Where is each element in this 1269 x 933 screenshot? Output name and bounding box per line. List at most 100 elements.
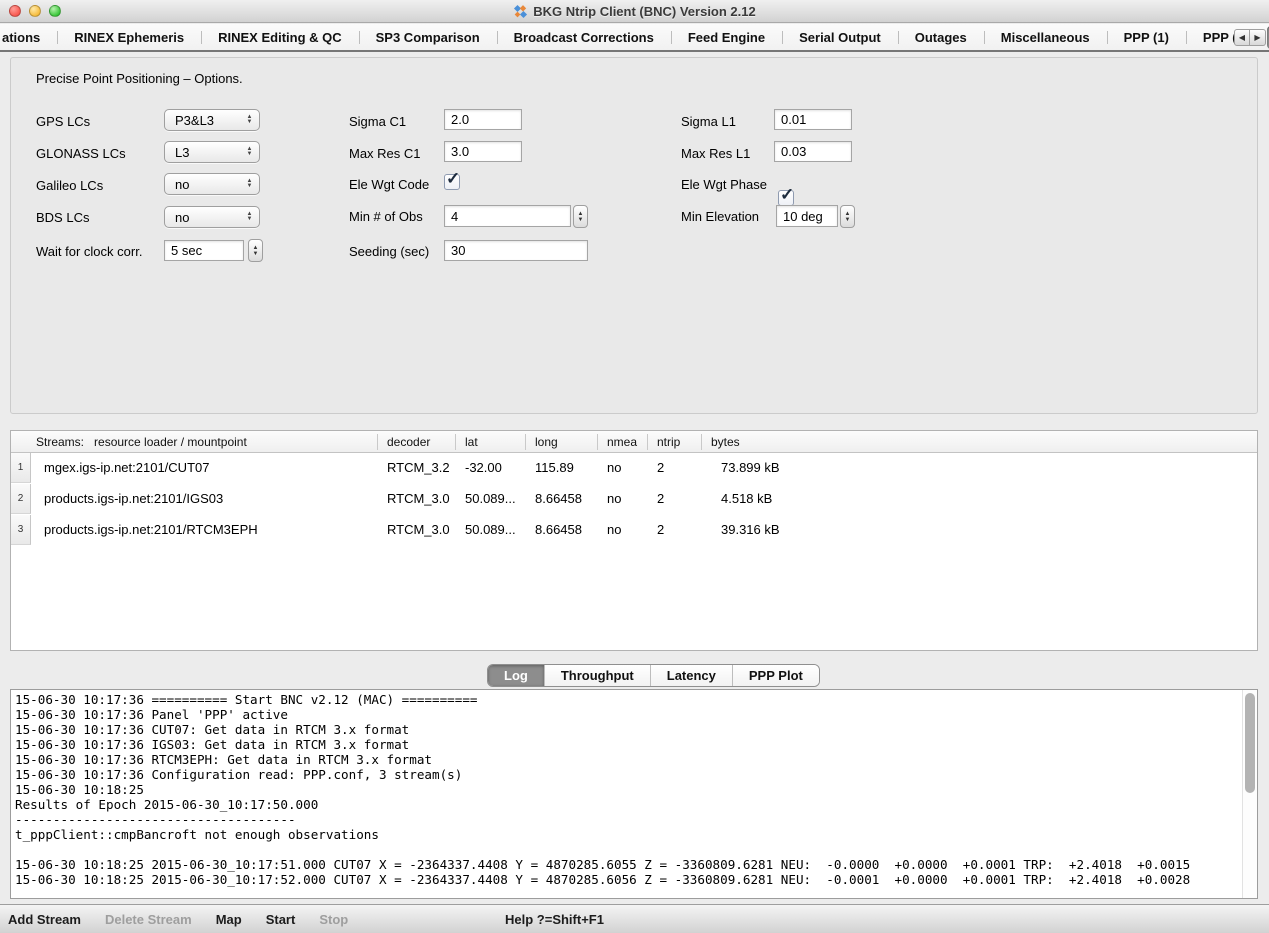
min-elevation-stepper[interactable]: ▲▼ [840, 205, 855, 228]
cell-bytes: 73.899 kB [721, 460, 780, 475]
tab-ations[interactable]: ations [0, 26, 57, 49]
tab-serial-output[interactable]: Serial Output [782, 26, 898, 49]
table-row[interactable]: 1 mgex.igs-ip.net:2101/CUT07 RTCM_3.2 -32.0… [11, 453, 1257, 484]
log-scrollbar[interactable] [1242, 690, 1257, 898]
max-res-l1-label: Max Res L1 [681, 146, 750, 161]
cell-mountpoint: mgex.igs-ip.net:2101/CUT07 [44, 460, 209, 475]
streams-table: Streams: resource loader / mountpoint de… [10, 430, 1258, 651]
cell-decoder: RTCM_3.0 [387, 491, 450, 506]
gps-lcs-dropdown[interactable]: P3&L3 ▲▼ [164, 109, 260, 131]
max-res-l1-field[interactable] [774, 141, 852, 162]
tab-rinex-editing-qc[interactable]: RINEX Editing & QC [201, 26, 359, 49]
start-button[interactable]: Start [266, 912, 296, 927]
wait-clock-corr-stepper[interactable]: ▲▼ [248, 239, 263, 262]
col-header-long[interactable]: long [535, 435, 558, 449]
log-tab-throughput[interactable]: Throughput [544, 665, 650, 686]
tab-rinex-ephemeris[interactable]: RINEX Ephemeris [57, 26, 201, 49]
log-tab-ppp-plot[interactable]: PPP Plot [732, 665, 819, 686]
bds-lcs-label: BDS LCs [36, 210, 89, 225]
log-scrollbar-thumb[interactable] [1245, 693, 1255, 793]
close-button[interactable] [9, 5, 21, 17]
app-window: BKG Ntrip Client (BNC) Version 2.12 atio… [0, 0, 1269, 933]
checkmark-icon: ✓ [446, 169, 460, 189]
cell-ntrip: 2 [657, 460, 664, 475]
cell-nmea: no [607, 491, 621, 506]
cell-mountpoint: products.igs-ip.net:2101/IGS03 [44, 491, 223, 506]
min-elevation-field[interactable] [776, 205, 838, 227]
delete-stream-button: Delete Stream [105, 912, 192, 927]
row-number[interactable]: 3 [11, 515, 31, 545]
dropdown-arrows-icon: ▲▼ [243, 147, 259, 157]
wait-clock-corr-label: Wait for clock corr. [36, 244, 142, 259]
col-header-lat[interactable]: lat [465, 435, 478, 449]
ele-wgt-code-label: Ele Wgt Code [349, 177, 429, 192]
cell-bytes: 39.316 kB [721, 522, 780, 537]
max-res-c1-label: Max Res C1 [349, 146, 421, 161]
log-area[interactable]: 15-06-30 10:17:36 ========== Start BNC v… [10, 689, 1258, 899]
col-header-nmea[interactable]: nmea [607, 435, 637, 449]
bds-lcs-dropdown[interactable]: no ▲▼ [164, 206, 260, 228]
sigma-l1-label: Sigma L1 [681, 114, 736, 129]
sigma-l1-field[interactable] [774, 109, 852, 130]
sigma-c1-field[interactable] [444, 109, 522, 130]
tab-outages[interactable]: Outages [898, 26, 984, 49]
add-stream-button[interactable]: Add Stream [8, 912, 81, 927]
tab-feed-engine[interactable]: Feed Engine [671, 26, 782, 49]
galileo-lcs-dropdown[interactable]: no ▲▼ [164, 173, 260, 195]
ele-wgt-code-checkbox[interactable]: ✓ [444, 174, 460, 190]
cell-ntrip: 2 [657, 491, 664, 506]
row-number[interactable]: 1 [11, 453, 31, 483]
cell-lat: -32.00 [465, 460, 502, 475]
bnc-app-icon [513, 4, 528, 19]
streams-header-label: Streams: resource loader / mountpoint [36, 435, 247, 449]
col-header-bytes[interactable]: bytes [711, 435, 740, 449]
cell-long: 8.66458 [535, 491, 582, 506]
row-number[interactable]: 2 [11, 484, 31, 514]
glonass-lcs-dropdown[interactable]: L3 ▲▼ [164, 141, 260, 163]
min-obs-field[interactable] [444, 205, 571, 227]
zoom-button[interactable] [49, 5, 61, 17]
glonass-lcs-label: GLONASS LCs [36, 146, 126, 161]
traffic-lights [9, 5, 61, 17]
min-obs-stepper[interactable]: ▲▼ [573, 205, 588, 228]
table-row[interactable]: 3products.igs-ip.net:2101/RTCM3EPHRTCM_3… [11, 515, 1257, 546]
tab-scroll-right-icon[interactable]: ▶ [1250, 29, 1266, 46]
cell-nmea: no [607, 522, 621, 537]
ppp-options-panel: Precise Point Positioning – Options. GPS… [10, 57, 1258, 414]
wait-clock-corr-field[interactable] [164, 240, 244, 261]
table-row[interactable]: 2products.igs-ip.net:2101/IGS03RTCM_3.05… [11, 484, 1257, 515]
col-header-decoder[interactable]: decoder [387, 435, 430, 449]
cell-decoder: RTCM_3.0 [387, 522, 450, 537]
col-header-ntrip[interactable]: ntrip [657, 435, 680, 449]
main-tab-bar: ationsRINEX EphemerisRINEX Editing & QCS… [0, 24, 1269, 52]
streams-table-body: 1 mgex.igs-ip.net:2101/CUT07 RTCM_3.2 -32.0… [11, 453, 1257, 546]
ele-wgt-phase-checkbox[interactable]: ✓ [778, 190, 794, 206]
streams-table-header: Streams: resource loader / mountpoint de… [11, 431, 1257, 453]
tab-strip: ationsRINEX EphemerisRINEX Editing & QCS… [0, 26, 1269, 49]
cell-bytes: 4.518 kB [721, 491, 772, 506]
dropdown-arrows-icon: ▲▼ [243, 212, 259, 222]
cell-decoder: RTCM_3.2 [387, 460, 450, 475]
max-res-c1-field[interactable] [444, 141, 522, 162]
cell-long: 115.89 [535, 460, 574, 475]
sigma-c1-label: Sigma C1 [349, 114, 406, 129]
log-tab-log[interactable]: Log [488, 665, 544, 686]
map-button[interactable]: Map [216, 912, 242, 927]
bds-lcs-value: no [165, 210, 243, 225]
galileo-lcs-value: no [165, 177, 243, 192]
log-tab-bar: LogThroughputLatencyPPP Plot [487, 664, 820, 687]
tab-scroll-left-icon[interactable]: ◀ [1234, 29, 1250, 46]
tab-broadcast-corrections[interactable]: Broadcast Corrections [497, 26, 671, 49]
panel-heading: Precise Point Positioning – Options. [36, 71, 243, 86]
log-tab-latency[interactable]: Latency [650, 665, 732, 686]
tab-miscellaneous[interactable]: Miscellaneous [984, 26, 1107, 49]
seeding-field[interactable] [444, 240, 588, 261]
help-label: Help ?=Shift+F1 [505, 912, 604, 927]
minimize-button[interactable] [29, 5, 41, 17]
galileo-lcs-label: Galileo LCs [36, 178, 103, 193]
cell-ntrip: 2 [657, 522, 664, 537]
tab-ppp-1[interactable]: PPP (1) [1107, 26, 1186, 49]
tab-sp3-comparison[interactable]: SP3 Comparison [359, 26, 497, 49]
gps-lcs-value: P3&L3 [165, 113, 243, 128]
cell-lat: 50.089... [465, 522, 516, 537]
